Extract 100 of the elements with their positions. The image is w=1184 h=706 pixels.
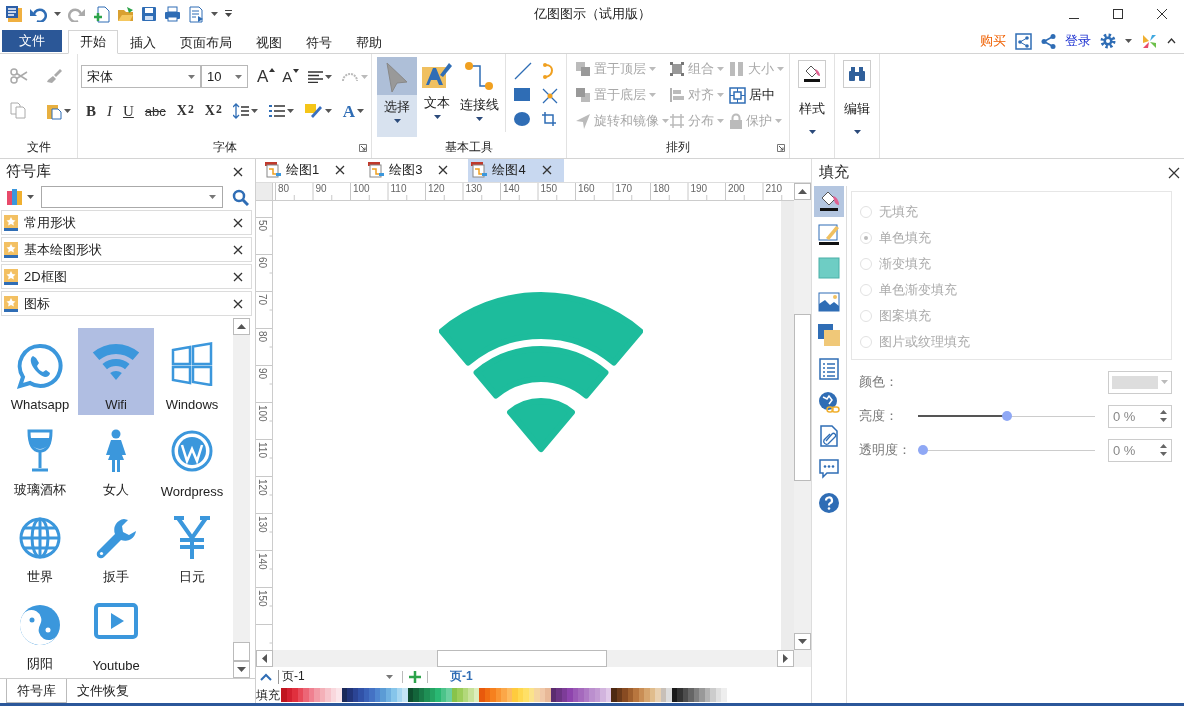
caret-icon[interactable] <box>286 109 294 113</box>
style-button[interactable]: 样式 <box>790 54 834 137</box>
ribbon-tab[interactable]: 视图 <box>244 31 294 54</box>
strikethrough-button[interactable]: abc <box>144 104 166 118</box>
scroll-down-button[interactable] <box>794 632 811 650</box>
align-text-icon[interactable] <box>308 70 324 83</box>
caret-icon[interactable] <box>27 195 34 199</box>
close-icon[interactable] <box>233 271 243 282</box>
close-icon[interactable] <box>233 244 243 255</box>
close-icon[interactable] <box>541 165 552 176</box>
scroll-down-button[interactable] <box>233 661 250 678</box>
symbol-item[interactable]: 世界 <box>2 502 78 589</box>
caret-icon[interactable] <box>211 12 218 16</box>
slider[interactable] <box>918 445 1095 455</box>
ribbon-tab[interactable]: 开始 <box>68 30 118 54</box>
slider[interactable] <box>918 411 1095 421</box>
library-icon[interactable] <box>6 188 24 206</box>
page-select[interactable]: 页-1 <box>278 669 396 684</box>
panel-tab[interactable]: 符号库 <box>6 679 67 703</box>
symbol-item[interactable]: 玻璃酒杯 <box>2 415 78 502</box>
scrollbar-thumb[interactable] <box>794 313 811 481</box>
spin-arrows-icon[interactable] <box>1160 443 1167 457</box>
caret-icon[interactable] <box>209 195 216 199</box>
arrange-command[interactable]: 居中 <box>729 85 787 105</box>
library-section[interactable]: 2D框图 <box>1 264 252 289</box>
ribbon-tab[interactable]: 插入 <box>118 31 168 54</box>
tool-button[interactable]: 选择 <box>377 57 417 137</box>
cross-point-icon[interactable] <box>542 88 558 104</box>
symbol-item[interactable]: 阴阳 <box>2 589 78 676</box>
shrink-font-button[interactable]: A <box>282 69 300 84</box>
login-link[interactable]: 登录 <box>1065 32 1091 50</box>
caret-icon[interactable] <box>853 130 861 134</box>
font-size-field[interactable]: 10 <box>201 65 248 88</box>
document-tab[interactable]: 绘图3 <box>365 159 461 182</box>
bullet-list-icon[interactable] <box>268 104 285 118</box>
file-menu-button[interactable]: 文件 <box>2 30 62 52</box>
pinwheel-icon[interactable] <box>1141 32 1158 50</box>
document-tab[interactable]: 绘图4 <box>468 159 564 182</box>
page-tab[interactable]: 页-1 <box>450 668 473 686</box>
italic-button[interactable]: I <box>107 103 112 119</box>
scrollbar-thumb[interactable] <box>233 642 250 661</box>
caret-icon[interactable] <box>357 109 364 113</box>
search-icon[interactable] <box>232 188 249 206</box>
open-folder-icon[interactable] <box>117 5 134 23</box>
close-icon[interactable] <box>1157 9 1167 19</box>
library-section[interactable]: 常用形状 <box>1 210 252 235</box>
caret-icon[interactable] <box>324 109 332 113</box>
ribbon-tab[interactable]: 帮助 <box>344 31 394 54</box>
panel-tab[interactable]: 文件恢复 <box>67 679 139 703</box>
caret-icon[interactable] <box>235 74 242 79</box>
print-icon[interactable] <box>164 6 181 22</box>
percent-field[interactable]: 0 % <box>1108 404 1172 428</box>
caret-icon[interactable] <box>64 109 71 113</box>
close-icon[interactable] <box>233 217 243 228</box>
collapse-icon[interactable] <box>260 672 272 681</box>
symbol-item[interactable]: Wordpress <box>154 415 230 502</box>
tool-button[interactable]: 连接线 <box>457 57 501 137</box>
caret-icon[interactable] <box>325 74 333 79</box>
symbol-item[interactable]: Windows <box>154 328 230 415</box>
ribbon-tab[interactable]: 页面布局 <box>168 31 244 54</box>
caret-icon[interactable] <box>188 74 195 79</box>
close-icon[interactable] <box>335 165 346 176</box>
crop-icon[interactable] <box>542 112 556 126</box>
app-logo-icon[interactable] <box>6 6 22 22</box>
close-icon[interactable] <box>233 298 243 309</box>
caret-icon[interactable] <box>54 12 61 16</box>
highlighter-icon[interactable] <box>304 103 323 119</box>
symbol-item[interactable]: Youtube <box>78 589 154 676</box>
caret-icon[interactable] <box>1125 39 1132 43</box>
line-tool-icon[interactable] <box>514 62 532 80</box>
close-icon[interactable] <box>438 165 449 176</box>
undo-icon[interactable] <box>29 6 47 22</box>
search-field[interactable] <box>41 186 223 208</box>
font-name-field[interactable]: 宋体 <box>81 65 201 88</box>
library-section[interactable]: 基本绘图形状 <box>1 237 252 262</box>
new-document-icon[interactable] <box>93 5 110 23</box>
caret-icon[interactable] <box>393 119 401 123</box>
tool-button[interactable]: 文本 <box>417 57 457 137</box>
save-icon[interactable] <box>141 6 157 22</box>
customize-icon[interactable] <box>225 10 232 18</box>
share-icon[interactable] <box>1041 33 1056 49</box>
document-tab[interactable]: 绘图1 <box>262 159 358 182</box>
library-section[interactable]: 图标 <box>1 291 252 316</box>
close-icon[interactable] <box>1168 166 1180 179</box>
scroll-up-button[interactable] <box>233 318 250 335</box>
underline-button[interactable]: U <box>123 103 134 119</box>
collapse-ribbon-icon[interactable] <box>1167 38 1176 44</box>
paste-icon[interactable] <box>46 102 62 120</box>
symbol-item[interactable]: 日元 <box>154 502 230 589</box>
line-spacing-icon[interactable] <box>232 103 249 119</box>
spin-arrows-icon[interactable] <box>1160 409 1167 423</box>
share-screen-icon[interactable] <box>1015 32 1032 50</box>
close-icon[interactable] <box>233 166 243 177</box>
color-palette-drawing[interactable] <box>281 688 726 702</box>
font-color-button[interactable]: A <box>342 102 355 120</box>
symbol-item[interactable]: 扳手 <box>78 502 154 589</box>
symbol-item[interactable]: Whatsapp <box>2 328 78 415</box>
caret-icon[interactable] <box>433 115 441 119</box>
panel-tool[interactable] <box>814 186 844 217</box>
edit-button[interactable]: 编辑 <box>835 54 879 137</box>
